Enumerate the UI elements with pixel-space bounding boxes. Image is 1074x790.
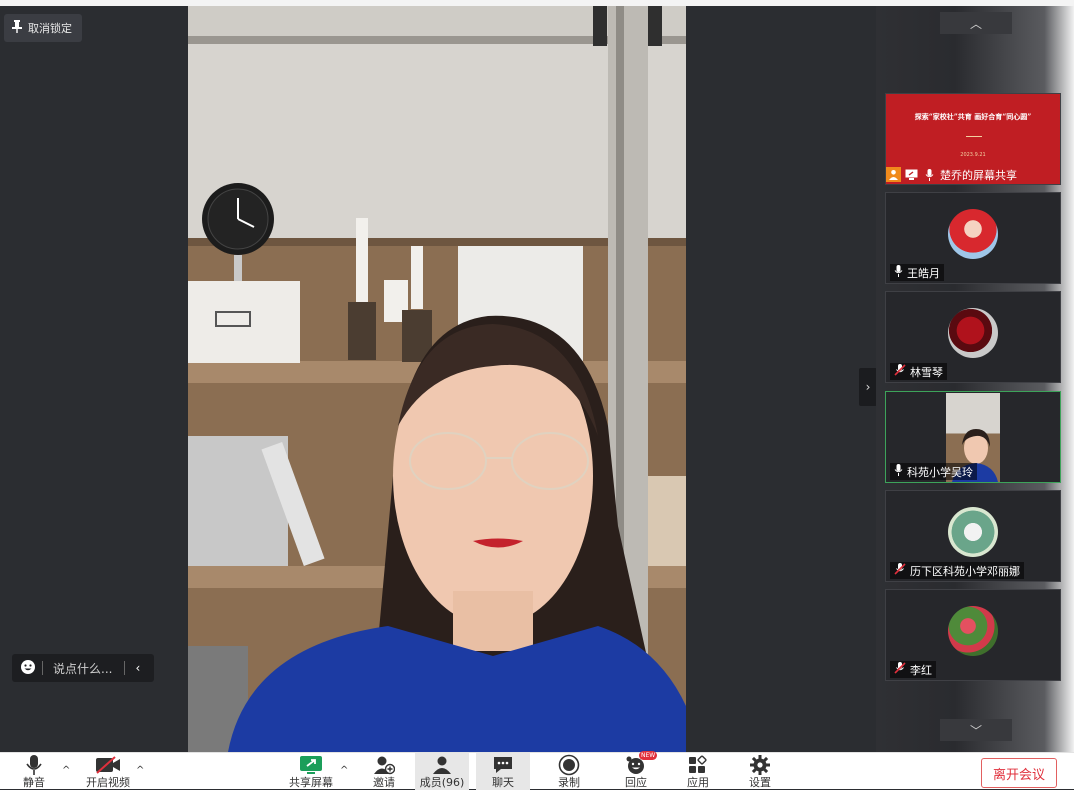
share-owner-name: 楚乔的屏幕共享 xyxy=(940,168,1017,182)
mic-muted-icon xyxy=(894,563,906,578)
mic-icon xyxy=(894,464,903,479)
participant-name: 王皓月 xyxy=(907,266,940,280)
participant-name: 科苑小学吴玲 xyxy=(907,465,973,479)
avatar xyxy=(948,308,998,358)
participant-name-bar: 林雪琴 xyxy=(890,363,947,380)
screen-share-icon xyxy=(904,167,919,182)
reactions-label: 回应 xyxy=(625,776,647,789)
share-screen-icon xyxy=(298,753,324,776)
share-screen-label: 共享屏幕 xyxy=(289,776,333,789)
speaker-video xyxy=(188,6,686,752)
reactions-button[interactable]: NEW 回应 xyxy=(616,751,658,790)
chevron-up-icon: ︿ xyxy=(969,16,982,31)
record-icon xyxy=(558,753,580,776)
meeting-toolbar: 静音 ^ 开启视频 ^ 共享屏幕 ^ 邀请 成员(96) 聊天 录制 NEW 回… xyxy=(0,751,1074,790)
comment-input[interactable]: 说点什么... ‹ xyxy=(12,654,154,682)
participant-name-bar: 历下区科苑小学邓丽娜 xyxy=(890,562,1024,579)
share-slide-title: 探索“家校社”共育 画好合育“同心圆” xyxy=(914,112,1032,121)
avatar xyxy=(948,507,998,557)
avatar xyxy=(948,209,998,259)
mic-muted-icon xyxy=(894,662,906,677)
emoji-icon[interactable] xyxy=(20,659,36,678)
add-user-icon xyxy=(373,753,395,776)
divider xyxy=(42,661,43,675)
apps-label: 应用 xyxy=(687,776,709,789)
leave-meeting-button[interactable]: 离开会议 xyxy=(981,758,1057,788)
participant-tile[interactable]: 王皓月 xyxy=(885,192,1061,284)
members-label: 成员(96) xyxy=(419,776,465,789)
collapse-comment-icon[interactable]: ‹ xyxy=(135,661,140,675)
start-video-label: 开启视频 xyxy=(86,776,130,789)
participant-name: 林雪琴 xyxy=(910,365,943,379)
apps-icon xyxy=(687,753,709,776)
participant-tile[interactable]: 林雪琴 xyxy=(885,291,1061,383)
settings-label: 设置 xyxy=(749,776,771,789)
unlock-label: 取消锁定 xyxy=(28,22,72,35)
avatar xyxy=(948,606,998,656)
gear-icon xyxy=(749,753,771,776)
record-button[interactable]: 录制 xyxy=(549,753,589,790)
mic-icon xyxy=(922,167,937,182)
comment-placeholder: 说点什么... xyxy=(53,661,113,676)
share-name-bar: 楚乔的屏幕共享 xyxy=(886,165,1023,184)
participant-name-bar: 李红 xyxy=(890,661,936,678)
participant-name-bar: 科苑小学吴玲 xyxy=(890,463,977,480)
collapse-sidebar-button[interactable]: › xyxy=(859,368,877,406)
mic-icon xyxy=(26,753,42,776)
share-options-caret-icon[interactable]: ^ xyxy=(340,765,348,776)
pin-icon xyxy=(12,20,22,36)
person-icon xyxy=(886,167,901,182)
screen-share-tile[interactable]: 探索“家校社”共育 画好合育“同心圆” 2023.9.21 楚乔的屏幕共享 xyxy=(885,93,1061,185)
mute-label: 静音 xyxy=(23,776,45,789)
scroll-up-button[interactable]: ︿ xyxy=(940,12,1012,34)
chat-label: 聊天 xyxy=(492,776,514,789)
apps-button[interactable]: 应用 xyxy=(678,753,718,790)
share-date: 2023.9.21 xyxy=(960,152,986,158)
participant-name-bar: 王皓月 xyxy=(890,264,944,281)
new-badge: NEW xyxy=(639,751,658,760)
members-button[interactable]: 成员(96) xyxy=(415,753,469,790)
members-icon xyxy=(432,753,452,776)
mic-options-caret-icon[interactable]: ^ xyxy=(62,765,70,776)
scroll-down-button[interactable]: ﹀ xyxy=(940,719,1012,741)
invite-label: 邀请 xyxy=(373,776,395,789)
chevron-down-icon: ﹀ xyxy=(969,723,982,738)
participant-tile[interactable]: 李红 xyxy=(885,589,1061,681)
chat-button[interactable]: 聊天 xyxy=(476,753,530,790)
participant-name: 李红 xyxy=(910,663,932,677)
share-screen-button[interactable]: 共享屏幕 xyxy=(286,753,336,790)
settings-button[interactable]: 设置 xyxy=(740,753,780,790)
mic-icon xyxy=(894,265,903,280)
divider xyxy=(124,661,126,675)
participant-tile[interactable]: 历下区科苑小学邓丽娜 xyxy=(885,490,1061,582)
mic-muted-icon xyxy=(894,364,906,379)
participant-tile-active[interactable]: 科苑小学吴玲 xyxy=(885,391,1061,483)
share-divider xyxy=(966,136,982,137)
unlock-pin-button[interactable]: 取消锁定 xyxy=(4,14,82,42)
video-options-caret-icon[interactable]: ^ xyxy=(136,765,144,776)
reaction-icon: NEW xyxy=(625,751,658,776)
chat-icon xyxy=(492,753,514,776)
mute-button[interactable]: 静音 xyxy=(14,753,54,790)
invite-button[interactable]: 邀请 xyxy=(364,753,404,790)
start-video-button[interactable]: 开启视频 xyxy=(82,753,134,790)
camera-off-icon xyxy=(95,753,121,776)
main-stage: 取消锁定 说点什么... ‹ xyxy=(0,6,876,752)
record-label: 录制 xyxy=(558,776,580,789)
participant-name: 历下区科苑小学邓丽娜 xyxy=(910,564,1020,578)
